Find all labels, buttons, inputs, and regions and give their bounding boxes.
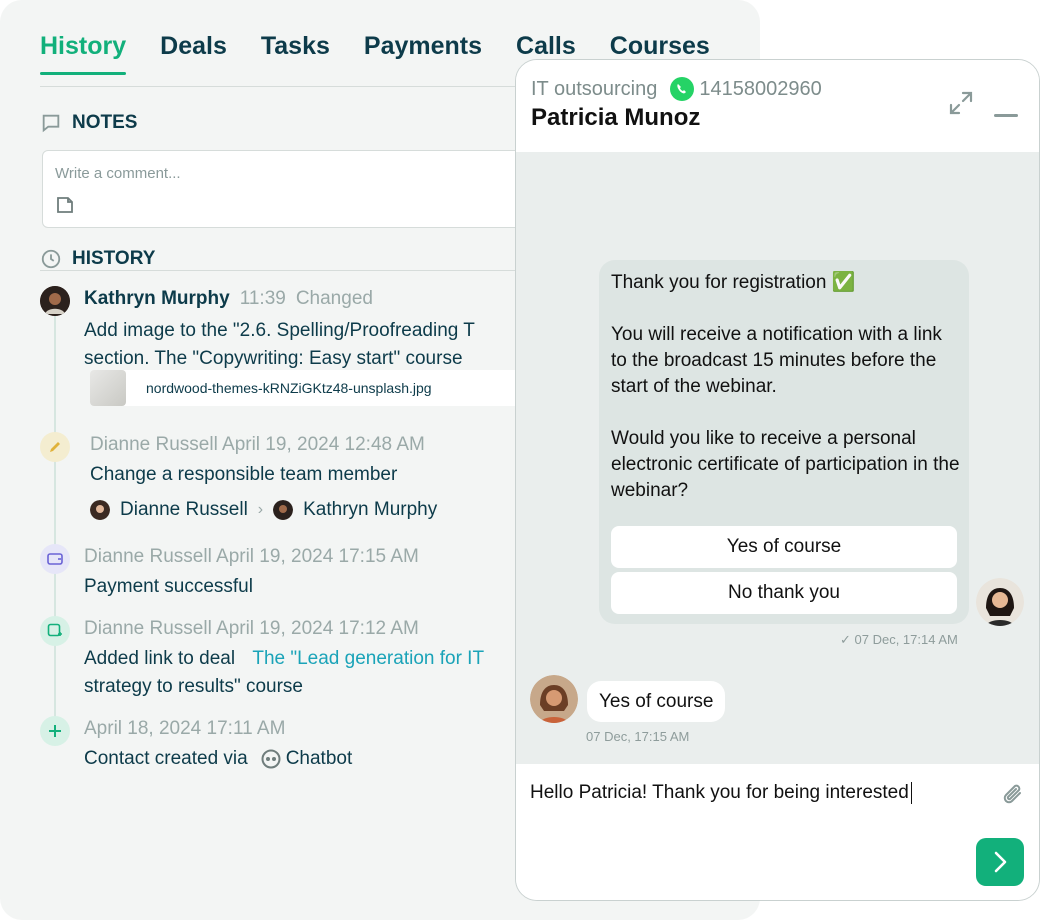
responsible-change: Dianne Russell › Kathryn Murphy xyxy=(90,496,437,524)
chevron-right-icon: › xyxy=(257,501,264,518)
comment-placeholder: Write a comment... xyxy=(55,165,181,182)
file-thumbnail xyxy=(90,370,126,406)
tab-payments[interactable]: Payments xyxy=(364,32,482,75)
text-caret xyxy=(910,782,912,804)
message-timestamp: ✓ 07 Dec, 17:14 AM xyxy=(840,632,958,647)
deal-link[interactable]: The "Lead generation for IT xyxy=(252,648,484,669)
minimize-icon[interactable] xyxy=(994,114,1018,117)
event-meta: Dianne Russell April 19, 2024 17:12 AM xyxy=(84,618,419,639)
avatar xyxy=(273,500,294,520)
event-meta: Dianne Russell April 19, 2024 17:15 AM xyxy=(84,546,419,567)
event-text: Add image to the "2.6. Spelling/Proofrea… xyxy=(84,320,475,341)
history-event: Kathryn Murphy 11:39 Changed Add image to … xyxy=(40,286,560,416)
history-event: Dianne Russell April 19, 2024 17:12 AM A… xyxy=(40,616,520,706)
send-button[interactable] xyxy=(976,838,1024,886)
message-line: Thank you for registration ✅ xyxy=(611,272,856,293)
tab-deals[interactable]: Deals xyxy=(160,32,227,75)
deal-link[interactable]: strategy to results" course xyxy=(84,673,303,701)
event-text-line: Added link to deal The "Lead generation … xyxy=(84,645,484,673)
incoming-message: Yes of course xyxy=(587,681,726,722)
event-meta: Dianne Russell April 19, 2024 12:48 AM xyxy=(90,434,425,455)
event-action: Changed xyxy=(295,288,373,309)
to-member: Kathryn Murphy xyxy=(303,499,438,520)
comment-input[interactable]: Write a comment... xyxy=(42,150,542,228)
plus-icon xyxy=(40,716,70,746)
tab-tasks[interactable]: Tasks xyxy=(261,32,330,75)
message-input[interactable]: Hello Patricia! Thank you for being inte… xyxy=(530,782,912,804)
event-text-line: Contact created via Chatbot xyxy=(84,745,352,773)
message-timestamp: 07 Dec, 17:15 AM xyxy=(586,729,690,744)
wallet-icon xyxy=(40,544,70,574)
pencil-icon xyxy=(40,432,70,462)
message-area: Thank you for registration ✅ You will re… xyxy=(516,152,1039,764)
event-text: section. The "Copywriting: Easy start" c… xyxy=(84,348,463,369)
paperclip-icon[interactable] xyxy=(1000,782,1026,808)
event-time: 11:39 xyxy=(239,288,286,309)
chat-subtitle: IT outsourcing 14158002960 xyxy=(531,76,822,102)
history-event: Dianne Russell April 19, 2024 17:15 AM P… xyxy=(40,544,520,604)
expand-icon[interactable] xyxy=(948,90,974,116)
outgoing-message: Thank you for registration ✅ You will re… xyxy=(599,260,969,624)
history-heading: HISTORY xyxy=(40,248,155,270)
event-meta: Kathryn Murphy 11:39 Changed xyxy=(84,288,373,310)
composer-text: Hello Patricia! Thank you for being inte… xyxy=(530,782,909,804)
agent-avatar xyxy=(976,578,1024,626)
message-line: You will receive a notification with a l… xyxy=(611,324,942,397)
attachment-file[interactable]: nordwood-themes-kRNZiGKtz48-unsplash.jpg xyxy=(90,370,560,406)
note-attach-icon[interactable] xyxy=(55,195,75,215)
event-meta: April 18, 2024 17:11 AM xyxy=(84,718,286,739)
file-name: nordwood-themes-kRNZiGKtz48-unsplash.jpg xyxy=(146,380,432,396)
chat-header: IT outsourcing 14158002960 Patricia Muno… xyxy=(516,60,1039,152)
quick-reply-no[interactable]: No thank you xyxy=(611,572,957,614)
event-text: Payment successful xyxy=(84,576,253,597)
avatar xyxy=(90,500,110,520)
company-name: IT outsourcing xyxy=(531,77,658,100)
notes-title: NOTES xyxy=(72,112,138,133)
notes-heading: NOTES xyxy=(40,112,137,134)
history-title: HISTORY xyxy=(72,248,156,269)
phone-number: 14158002960 xyxy=(699,77,822,100)
history-divider xyxy=(40,270,540,271)
event-text: Added link to deal xyxy=(84,648,236,669)
clock-icon xyxy=(41,249,61,269)
quick-reply-yes[interactable]: Yes of course xyxy=(611,526,957,568)
contact-name: Patricia Munoz xyxy=(531,104,701,131)
chevron-right-icon xyxy=(994,851,1007,873)
message-text: Thank you for registration ✅ You will re… xyxy=(611,270,961,530)
event-text: Change a responsible team member xyxy=(90,464,398,485)
chat-window: IT outsourcing 14158002960 Patricia Muno… xyxy=(515,59,1040,901)
event-author: Kathryn Murphy xyxy=(84,288,230,309)
chatbot-icon xyxy=(261,749,281,769)
event-text: Contact created via xyxy=(84,748,248,769)
channel-name: Chatbot xyxy=(285,748,353,769)
customer-avatar xyxy=(530,675,578,723)
history-event: April 18, 2024 17:11 AM Contact created … xyxy=(40,716,520,776)
from-member: Dianne Russell xyxy=(120,499,248,520)
comment-icon xyxy=(42,114,60,133)
avatar xyxy=(40,286,70,316)
message-line: Would you like to receive a personal ele… xyxy=(611,428,960,501)
message-composer[interactable]: Hello Patricia! Thank you for being inte… xyxy=(516,764,1039,900)
whatsapp-icon xyxy=(670,77,695,101)
history-event: Dianne Russell April 19, 2024 12:48 AM C… xyxy=(40,432,520,532)
deal-link-icon xyxy=(40,616,70,646)
tab-history[interactable]: History xyxy=(40,32,127,75)
